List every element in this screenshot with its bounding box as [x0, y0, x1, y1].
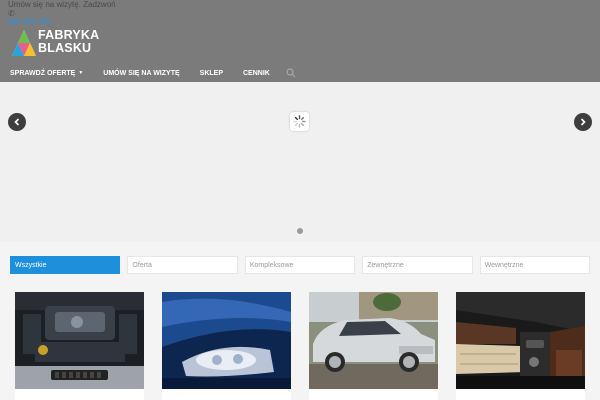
hero-slider	[0, 82, 600, 242]
spinner-icon	[293, 115, 306, 128]
nav-item-label: SKLEP	[199, 69, 223, 77]
site-header: Umów się na wizytę. Zadzwoń ✆ 503 361 76…	[0, 0, 600, 82]
nav-item-sprawdz-oferte[interactable]: SPRAWDŹ OFERTĘ ▼	[10, 70, 83, 77]
nav-item-label: SPRAWDŹ OFERTĘ	[10, 69, 76, 77]
interior-image	[456, 292, 585, 389]
portfolio-filters: Wszystkie Oferta Kompleksowe Zewnętrzne …	[10, 256, 591, 274]
nav-item-label: UMÓW SIĘ NA WIZYTĘ	[103, 69, 180, 77]
logo-mark-icon	[12, 30, 36, 56]
chevron-left-icon	[14, 118, 20, 126]
logo-text: FABRYKA BLASKU	[38, 29, 99, 55]
gallery-item-silver-car[interactable]	[309, 292, 438, 389]
nav-item-label: CENNIK	[243, 69, 270, 77]
phone-number[interactable]: 503 361 766	[8, 19, 50, 26]
gallery-item-headlight[interactable]	[162, 292, 291, 389]
topbar-text: Umów się na wizytę. Zadzwoń	[8, 0, 116, 9]
caret-down-icon: ▼	[78, 70, 84, 76]
filter-oferta[interactable]: Oferta	[127, 256, 238, 274]
gallery-caption-strip	[162, 389, 291, 400]
slider-pagination-dot[interactable]	[297, 228, 303, 234]
gallery-item-interior[interactable]	[456, 292, 585, 389]
gallery-caption-strip	[456, 389, 585, 400]
nav-item-cennik[interactable]: CENNIK	[243, 70, 270, 77]
slider-next-button[interactable]	[574, 113, 592, 131]
headlight-image	[162, 292, 291, 389]
slider-prev-button[interactable]	[8, 113, 26, 131]
gallery-caption-strip	[309, 389, 438, 400]
nav-item-sklep[interactable]: SKLEP	[200, 70, 223, 77]
gallery-item-engine[interactable]	[15, 292, 144, 389]
slider-loader	[290, 112, 309, 131]
filter-zewnetrzne[interactable]: Zewnętrzne	[362, 256, 473, 274]
logo[interactable]: FABRYKA BLASKU	[10, 28, 102, 58]
filter-wewnetrzne[interactable]: Wewnętrzne	[479, 256, 591, 274]
chevron-right-icon	[580, 118, 586, 126]
gallery-caption-strip	[15, 389, 144, 400]
search-icon[interactable]	[286, 68, 296, 78]
filter-kompleksowe[interactable]: Kompleksowe	[244, 256, 356, 274]
silver-car-image	[309, 292, 438, 389]
engine-image	[15, 292, 144, 389]
logo-line2: BLASKU	[38, 41, 92, 55]
nav-item-umow-sie[interactable]: UMÓW SIĘ NA WIZYTĘ	[103, 70, 179, 77]
phone-icon: ✆	[8, 9, 15, 18]
main-nav: SPRAWDŹ OFERTĘ ▼ UMÓW SIĘ NA WIZYTĘ SKLE…	[10, 66, 296, 80]
portfolio-gallery	[15, 292, 585, 400]
filter-wszystkie[interactable]: Wszystkie	[10, 256, 121, 274]
